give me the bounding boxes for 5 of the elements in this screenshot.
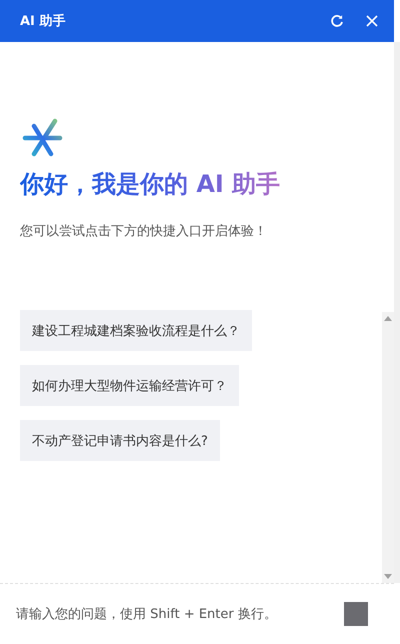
suggestion-chip[interactable]: 如何办理大型物件运输经营许可？	[20, 365, 239, 406]
suggestion-chip[interactable]: 不动产登记申请书内容是什么?	[20, 420, 220, 461]
intro-text: 您可以尝试点击下方的快捷入口开启体验！	[20, 223, 268, 240]
window-title: AI 助手	[20, 12, 66, 30]
suggestion-chip[interactable]: 建设工程城建档案验收流程是什么？	[20, 310, 252, 351]
